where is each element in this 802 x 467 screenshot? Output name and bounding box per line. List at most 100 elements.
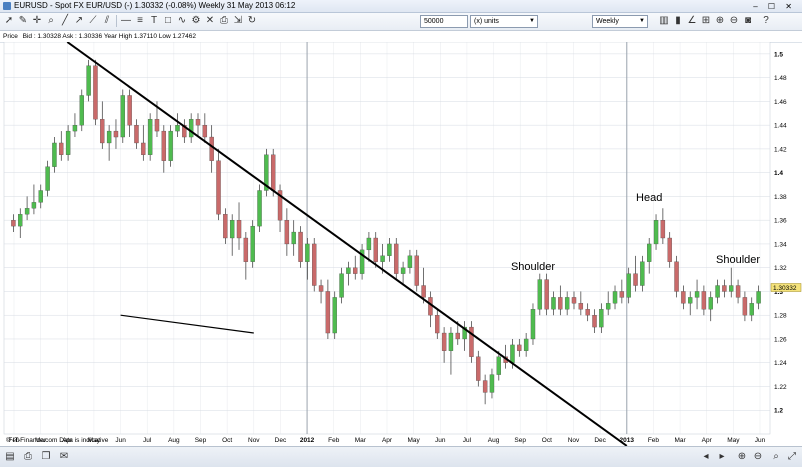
y-tick-label: 1.5 xyxy=(774,51,783,58)
save-icon[interactable]: ▤ xyxy=(4,451,16,463)
candle-up xyxy=(45,166,50,191)
candle-up xyxy=(729,285,734,292)
candle-down xyxy=(578,303,584,310)
pattern-label: Shoulder xyxy=(511,261,555,273)
candle-down xyxy=(59,142,64,155)
candle-down xyxy=(141,142,146,155)
indicator-icon[interactable]: ∿ xyxy=(176,15,188,27)
units-select[interactable]: (x) units ▼ xyxy=(470,15,538,28)
refresh-icon[interactable]: ↻ xyxy=(246,15,258,27)
fit-icon[interactable]: ⤢ xyxy=(786,451,798,463)
candle-up xyxy=(653,220,659,245)
y-tick-label: 1.36 xyxy=(774,218,787,225)
search-icon[interactable]: ⌕ xyxy=(770,451,782,463)
candle-up xyxy=(715,285,720,298)
x-tick-label: Jun xyxy=(435,437,446,444)
candle-up xyxy=(626,273,631,298)
x-tick-label: Aug xyxy=(488,437,500,444)
zoom-out-icon[interactable]: ⊖ xyxy=(752,451,764,463)
print-icon[interactable]: ⎙ xyxy=(218,15,230,27)
candle-up xyxy=(346,267,351,274)
candle-down xyxy=(373,237,378,262)
zoom-out-icon[interactable]: ⊖ xyxy=(728,15,740,27)
price-label: Price xyxy=(3,33,18,40)
x-tick-label: Mar xyxy=(355,437,367,444)
candle-up xyxy=(79,95,84,126)
candle-up xyxy=(52,142,57,167)
channel-icon[interactable]: ⫽ xyxy=(101,15,113,27)
y-tick-label: 1.42 xyxy=(774,146,787,153)
camera-icon[interactable]: ◙ xyxy=(742,15,754,27)
ray-icon[interactable]: ⟋ xyxy=(87,15,99,27)
candle-down xyxy=(312,243,317,286)
candle-up xyxy=(380,255,385,262)
help-icon[interactable]: ? xyxy=(760,15,772,27)
candle-down xyxy=(517,344,522,351)
bar-chart-icon[interactable]: ▥ xyxy=(658,15,670,27)
candle-up xyxy=(291,231,296,245)
candle-down xyxy=(11,220,16,227)
candle-up xyxy=(407,255,413,268)
magnifier-icon[interactable]: ⌕ xyxy=(45,15,57,27)
trendline-icon[interactable]: ╱ xyxy=(59,15,71,27)
candlestick-chart[interactable]: 1.5 1.48 1.46 1.44 1.42 1.4 1.38 1.36 1.34 1.32 1.… xyxy=(0,41,802,447)
candle-down xyxy=(558,297,563,310)
shapes-icon[interactable]: □ xyxy=(162,15,174,27)
window-title: EURUSD - Spot FX EUR/USD (-) 1.30332 (-0… xyxy=(14,1,296,10)
candle-down xyxy=(100,119,105,144)
candle-up xyxy=(749,303,754,316)
candle-up xyxy=(188,119,194,138)
candle-down xyxy=(209,136,214,161)
candle-down xyxy=(223,214,228,239)
y-tick-label: 1.44 xyxy=(774,123,787,130)
settings-icon[interactable]: ⚙ xyxy=(190,15,202,27)
crosshair-icon[interactable]: ✛ xyxy=(31,15,43,27)
x-tick-label: Jul xyxy=(463,437,472,444)
x-tick-label: Dec xyxy=(275,437,287,444)
candle-down xyxy=(127,95,132,126)
print-icon[interactable]: ⎙ xyxy=(22,451,34,463)
candle-up xyxy=(688,297,693,304)
x-tick-label: Aug xyxy=(168,437,180,444)
candle-up xyxy=(229,220,235,239)
text-tool-icon[interactable]: T xyxy=(148,15,160,27)
candle-down xyxy=(394,243,399,274)
cursor-icon[interactable]: ➚ xyxy=(3,15,15,27)
fibonacci-icon[interactable]: ≡ xyxy=(134,15,146,27)
zoom-in-icon[interactable]: ⊕ xyxy=(714,15,726,27)
scroll-right-icon[interactable]: ▸ xyxy=(716,451,728,463)
candle-up xyxy=(708,297,713,310)
email-icon[interactable]: ✉ xyxy=(58,451,70,463)
horizontal-line-icon[interactable]: — xyxy=(120,15,132,27)
candle-down xyxy=(619,291,625,298)
quantity-input[interactable]: 50000 xyxy=(420,15,468,28)
export-icon[interactable]: ⇲ xyxy=(232,15,244,27)
line-chart-icon[interactable]: ∠ xyxy=(686,15,698,27)
candle-up xyxy=(510,344,515,363)
candle-down xyxy=(455,332,460,340)
y-tick-label: 1.48 xyxy=(774,75,787,82)
copy-icon[interactable]: ❐ xyxy=(40,451,52,463)
candle-down xyxy=(592,315,597,328)
delete-icon[interactable]: ✕ xyxy=(204,15,216,27)
candle-up xyxy=(400,267,406,274)
period-select[interactable]: Weekly ▼ xyxy=(592,15,648,28)
candle-down xyxy=(701,291,707,310)
candle-up xyxy=(640,261,645,286)
window-controls[interactable]: – ☐ ✕ xyxy=(753,1,796,13)
candle-down xyxy=(161,130,167,161)
grid-icon[interactable]: ⊞ xyxy=(700,15,712,27)
price-chart[interactable]: 1.5 1.48 1.46 1.44 1.42 1.4 1.38 1.36 1.34 1.32 1.… xyxy=(0,41,802,447)
candle-down xyxy=(722,285,727,292)
scroll-left-icon[interactable]: ◂ xyxy=(700,451,712,463)
candle-up xyxy=(175,125,180,132)
candle-up xyxy=(523,338,529,351)
x-tick-label: Jun xyxy=(115,437,126,444)
candle-chart-icon[interactable]: ▮ xyxy=(672,15,684,27)
y-tick-label: 1.2 xyxy=(774,408,783,415)
zoom-in-icon[interactable]: ⊕ xyxy=(736,451,748,463)
candle-down xyxy=(544,279,549,310)
arrow-line-icon[interactable]: ↗ xyxy=(73,15,85,27)
pencil-icon[interactable]: ✎ xyxy=(17,15,29,27)
candle-down xyxy=(325,291,331,334)
